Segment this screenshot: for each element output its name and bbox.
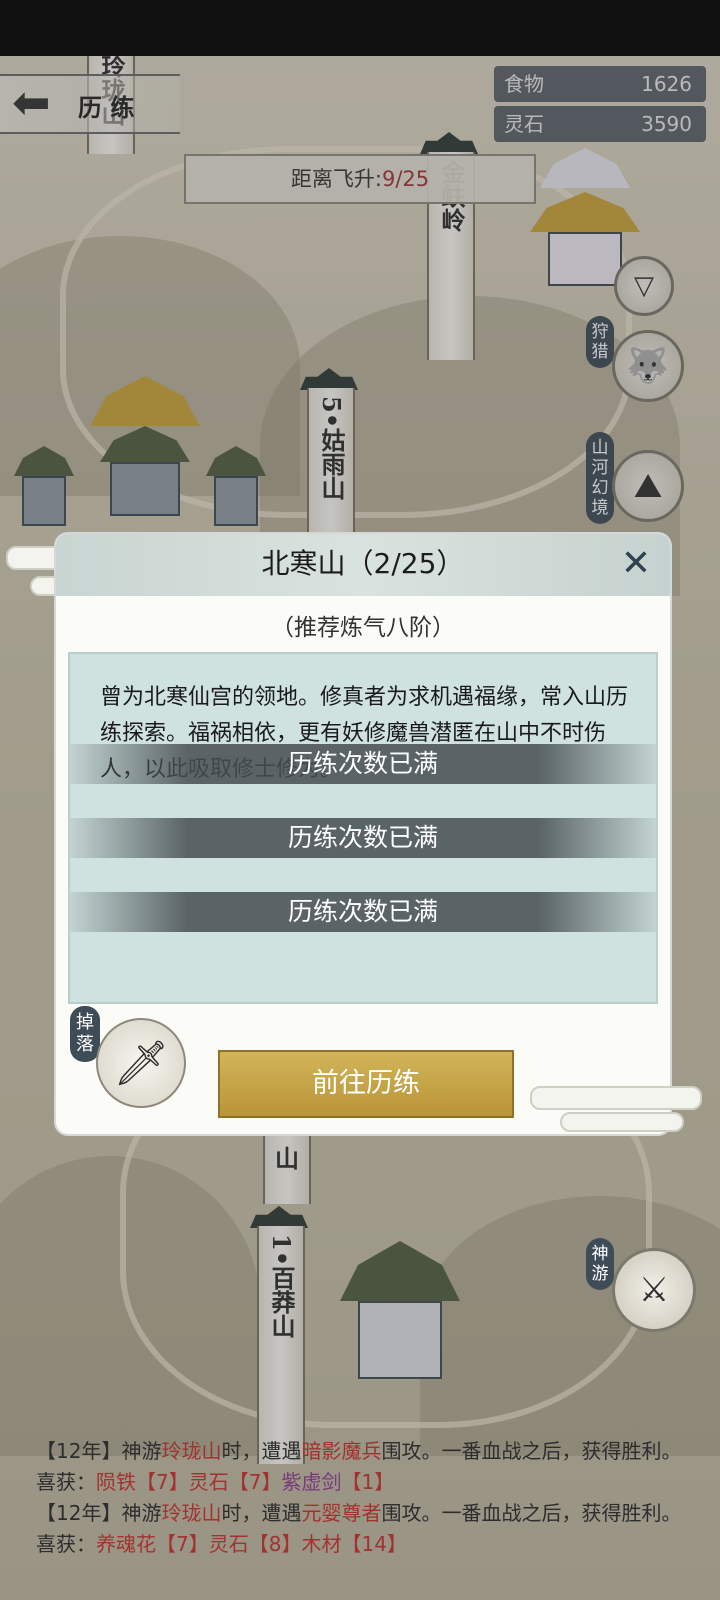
- description-panel: 曾为北寒仙宫的领地。修真者为求机遇福缘，常入山历练探索。福祸相依，更有妖修魔兽潜…: [68, 652, 658, 1004]
- status-banner: 历练次数已满: [70, 744, 656, 784]
- log-item-count: 【8】: [248, 1532, 302, 1556]
- log-item-count: 【7】: [228, 1470, 282, 1494]
- log-item-count: 【14】: [341, 1532, 407, 1556]
- log-item: 紫虚剑: [281, 1470, 342, 1494]
- log-item: 灵石: [208, 1532, 249, 1556]
- cloud-decoration: [560, 1112, 684, 1132]
- log-item-count: 【7】: [136, 1470, 189, 1494]
- recommended-level: （推荐炼气八阶）: [271, 615, 455, 641]
- side-label-wander: 神游: [586, 1238, 614, 1290]
- cloud-decoration: [530, 1086, 702, 1110]
- log-text: 【12年】神游: [36, 1439, 162, 1463]
- log-item: 木材: [301, 1532, 342, 1556]
- spirit-sword-icon[interactable]: ⚔: [612, 1248, 696, 1332]
- log-item: 灵石: [188, 1470, 229, 1494]
- dialog-header: 北寒山（2/25） ✕: [56, 534, 670, 596]
- log-place: 玲珑山: [161, 1501, 222, 1525]
- location-dialog: 北寒山（2/25） ✕ （推荐炼气八阶） 曾为北寒仙宫的领地。修真者为求机遇福缘…: [54, 532, 672, 1136]
- log-place: 玲珑山: [161, 1439, 222, 1463]
- log-enemy: 元婴尊者: [301, 1501, 382, 1525]
- log-enemy: 暗影魔兵: [301, 1439, 382, 1463]
- log-entry: 【12年】神游玲珑山时，遭遇暗影魔兵围攻。一番血战之后，获得胜利。喜获：陨铁【7…: [36, 1436, 696, 1498]
- log-item: 养魂花: [96, 1532, 156, 1556]
- status-banner: 历练次数已满: [70, 892, 656, 932]
- log-text: 时，遭遇: [221, 1439, 302, 1463]
- log-item-count: 【1】: [341, 1470, 395, 1494]
- dialog-title: 北寒山（2/25）: [261, 547, 465, 580]
- side-label-text: 神游: [591, 1244, 609, 1284]
- log-item-count: 【7】: [156, 1532, 209, 1556]
- drop-label: 掉落: [70, 1006, 100, 1062]
- log-entry: 【12年】神游玲珑山时，遭遇元婴尊者围攻。一番血战之后，获得胜利。喜获：养魂花【…: [36, 1498, 696, 1560]
- close-icon[interactable]: ✕: [616, 544, 656, 584]
- go-training-button[interactable]: 前往历练: [218, 1050, 514, 1118]
- status-banner: 历练次数已满: [70, 818, 656, 858]
- log-text: 【12年】神游: [36, 1501, 162, 1525]
- log-text: 时，遭遇: [221, 1501, 302, 1525]
- drop-sword-icon[interactable]: 🗡: [96, 1018, 186, 1108]
- log-item: 陨铁: [96, 1470, 136, 1494]
- event-log: 【12年】神游玲珑山时，遭遇暗影魔兵围攻。一番血战之后，获得胜利。喜获：陨铁【7…: [36, 1436, 696, 1560]
